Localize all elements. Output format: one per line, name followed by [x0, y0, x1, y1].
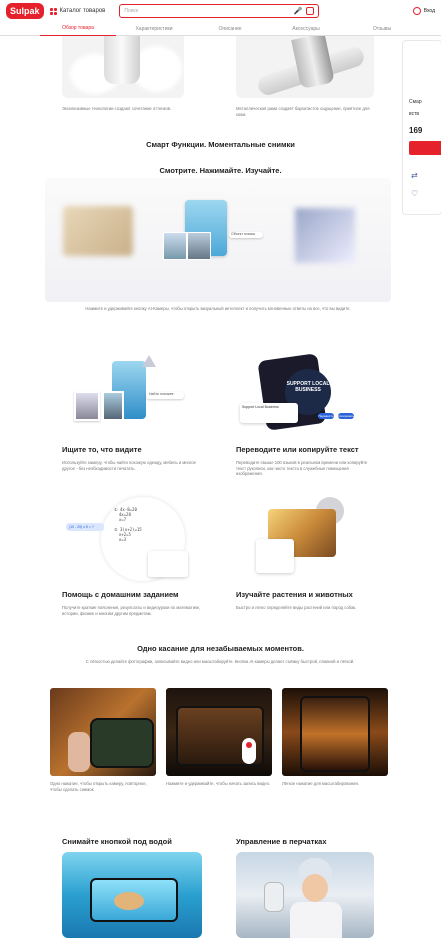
image-search-icon[interactable] [306, 7, 315, 15]
camera-open-image [50, 688, 156, 776]
buy-panel: Смар вств 169 ⇄ ♡ [402, 40, 441, 215]
camera-open-caption: Одно нажатие, чтобы открыть камеру, повт… [50, 781, 147, 792]
feature-homework-title: Помощь с домашним заданием [62, 590, 179, 599]
underwater-image [62, 852, 202, 938]
tab-accessories[interactable]: Аксессуары [268, 22, 344, 36]
search-input[interactable]: Поиск 🎤 [119, 4, 320, 18]
caption-frame: Металлическая рама создаёт бархатистое о… [236, 106, 370, 117]
feature-search-title: Ищите то, что видите [62, 445, 142, 454]
feature-translate-desc: Переводите свыше 100 языков в реальном в… [236, 460, 368, 476]
homework-feature-image: (10 - 20) x 5 = ? ① 4x-8=20 4x=28 x=7 ② 3… [66, 495, 191, 583]
panel-subtitle: вств [409, 111, 420, 117]
panel-title: Смар [409, 99, 422, 105]
zoom-caption: Лёгкое нажатие для масштабирования. [282, 781, 359, 786]
site-header: Sulpak Каталог товаров Поиск 🎤 Вход [0, 0, 441, 22]
catalog-label: Каталог товаров [59, 8, 106, 14]
feature-animals-title: Изучайте растения и животных [236, 590, 353, 599]
feature-search-desc: Используйте камеру, чтобы найти похожую … [62, 460, 196, 471]
one-touch-title: Одно касание для незабываемых моментов. [137, 644, 304, 653]
find-similar-chip: Найти похожее [146, 392, 184, 399]
search-placeholder: Поиск [124, 8, 139, 14]
product-image-colors [62, 36, 184, 98]
video-record-caption: Нажмите и удерживайте, чтобы начать запи… [166, 781, 271, 786]
copy-button[interactable]: Копировать [338, 413, 354, 419]
zoom-image [282, 688, 388, 776]
caption-colors: Эксклюзивные технологии создают сочетани… [62, 106, 172, 111]
feature-animals-desc: Быстро и легко определяйте виды растений… [236, 605, 357, 610]
search-object-chip: Объект поиска [229, 232, 263, 238]
smart-title: Смарт Функции. Моментальные снимки [146, 140, 295, 149]
user-icon [412, 7, 421, 15]
animals-feature-image [256, 495, 356, 583]
feature-translate-title: Переводите или копируйте текст [236, 445, 359, 454]
tab-description[interactable]: Описание [192, 22, 268, 36]
tab-specs[interactable]: Характеристики [116, 22, 192, 36]
microphone-icon[interactable]: 🎤 [294, 7, 303, 15]
sulpak-logo[interactable]: Sulpak [6, 3, 44, 19]
smart-caption: Нажмите и удерживайте кнопку AI-Камеры, … [85, 306, 351, 311]
account-label: Вход [423, 8, 435, 14]
translate-card: Support Local Business [240, 403, 298, 423]
search-feature-image: Найти похожее [74, 355, 189, 430]
price: 169 [409, 126, 423, 135]
account-button[interactable]: Вход [412, 7, 435, 15]
smart-subtitle: Смотрите. Нажимайте. Изучайте. [159, 166, 282, 175]
favorite-icon[interactable]: ♡ [411, 189, 418, 198]
catalog-grid-icon [49, 7, 57, 15]
one-touch-subtitle: С лёгкостью делайте фотографии, записыва… [85, 659, 355, 664]
tab-overview[interactable]: Обзор товара [40, 21, 116, 36]
translate-feature-image: SUPPORT LOCAL BUSINESS Support Local Bus… [240, 353, 375, 431]
product-tabs: Обзор товара Характеристики Описание Акс… [0, 22, 441, 36]
catalog-button[interactable]: Каталог товаров [49, 7, 106, 15]
gloves-image [236, 852, 374, 938]
visual-intelligence-demo: Объект поиска [45, 178, 391, 302]
translate-button[interactable]: Перевести [318, 413, 334, 419]
tab-reviews[interactable]: Отзывы [344, 22, 420, 36]
video-record-image [166, 688, 272, 776]
product-image-frame [236, 36, 374, 98]
feature-homework-desc: Получите краткие пояснения, результаты и… [62, 605, 201, 616]
gloves-title: Управление в перчатках [236, 837, 327, 846]
underwater-title: Снимайте кнопкой под водой [62, 837, 172, 846]
math-chip: (10 - 20) x 5 = ? [66, 523, 104, 531]
